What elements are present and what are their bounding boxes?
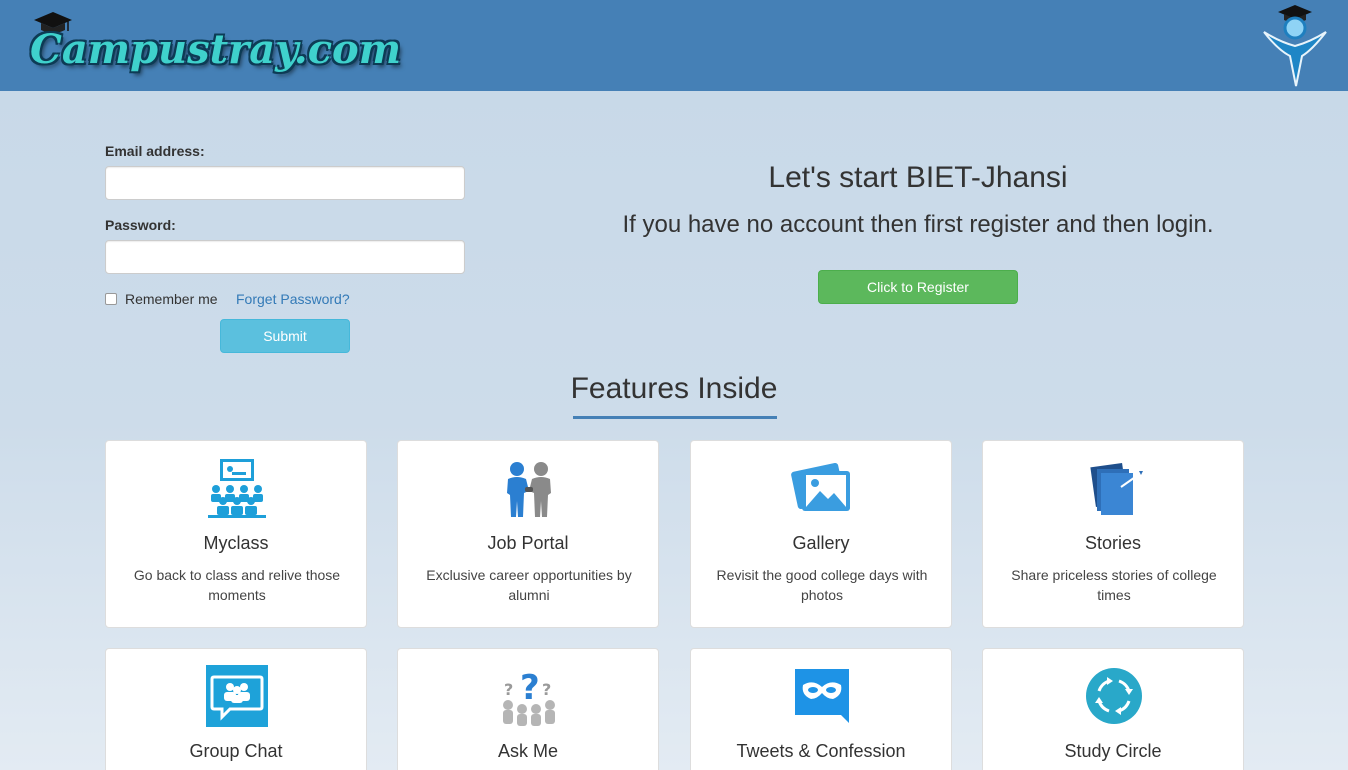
card-title: Study Circle: [1064, 741, 1162, 761]
card-title: Ask Me: [497, 741, 558, 761]
feature-card-tweets-confession[interactable]: Tweets & Confession: [690, 648, 952, 770]
svg-text:?: ?: [504, 680, 513, 699]
register-title: Let's start BIET-Jhansi: [768, 161, 1068, 194]
forgot-password-link[interactable]: Forget Password?: [236, 291, 350, 307]
card-title: Job Portal: [487, 533, 569, 553]
card-description: Exclusive career opportunities by alumni: [426, 567, 632, 603]
circle-arrows-icon: [1086, 668, 1142, 724]
remember-label[interactable]: Remember me: [125, 291, 218, 307]
graduate-figure-icon[interactable]: [1260, 2, 1330, 88]
group-chat-icon: [206, 665, 268, 727]
feature-card-group-chat[interactable]: Group Chat: [105, 648, 367, 770]
remember-row: Remember me Forget Password?: [105, 291, 465, 311]
question-people-icon: ? ? ?: [503, 668, 555, 726]
feature-card-job-portal[interactable]: Job Portal Exclusive career opportunitie…: [397, 440, 659, 628]
logo-text: Campustray.com: [30, 26, 402, 73]
mask-icon: [795, 669, 849, 723]
campustray-logo[interactable]: Campustray.com: [30, 8, 401, 78]
card-title: Myclass: [203, 533, 269, 553]
features-heading: Features Inside: [570, 372, 778, 405]
card-title: Group Chat: [189, 741, 283, 761]
site-header: Campustray.com: [0, 0, 1348, 91]
email-label: Email address:: [105, 143, 205, 159]
features-underline: [573, 416, 777, 419]
svg-text:?: ?: [520, 668, 540, 708]
handshake-icon: [507, 462, 551, 517]
password-field[interactable]: [105, 240, 465, 274]
feature-card-gallery[interactable]: Gallery Revisit the good college days wi…: [690, 440, 952, 628]
remember-checkbox[interactable]: [105, 293, 117, 305]
classroom-icon: [208, 459, 266, 518]
register-panel: Let's start BIET-Jhansi If you have no a…: [590, 158, 1246, 304]
submit-button[interactable]: Submit: [220, 319, 350, 353]
card-title: Stories: [1084, 533, 1142, 553]
card-title: Gallery: [792, 533, 850, 553]
feature-card-myclass[interactable]: Myclass Go back to class and relive thos…: [105, 440, 367, 628]
feature-card-ask-me[interactable]: ? ? ? Ask Me: [397, 648, 659, 770]
feature-card-study-circle[interactable]: Study Circle: [982, 648, 1244, 770]
login-form: Email address: Password: Remember me For…: [105, 143, 465, 353]
register-subtitle: If you have no account then first regist…: [622, 211, 1214, 238]
photos-icon: [791, 462, 850, 511]
feature-card-stories[interactable]: Stories Share priceless stories of colle…: [982, 440, 1244, 628]
card-description: Go back to class and relive those moment…: [133, 567, 341, 603]
card-title: Tweets & Confession: [736, 741, 906, 761]
email-field[interactable]: [105, 166, 465, 200]
password-label: Password:: [105, 217, 176, 233]
card-description: Share priceless stories of college times: [1011, 567, 1217, 603]
notes-icon: [1090, 462, 1143, 515]
svg-text:?: ?: [542, 680, 551, 699]
register-button[interactable]: Click to Register: [818, 270, 1018, 304]
card-description: Revisit the good college days with photo…: [716, 567, 928, 603]
